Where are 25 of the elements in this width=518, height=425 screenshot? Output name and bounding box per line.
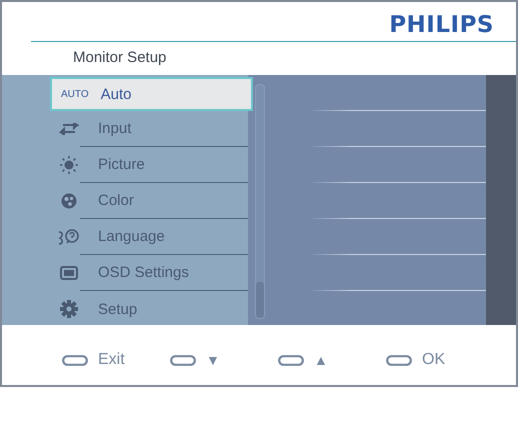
scroll-bar[interactable]: [255, 84, 265, 319]
menu-title: Monitor Setup: [73, 49, 166, 66]
menu-item[interactable]: Picture: [80, 147, 248, 183]
key-icon: [386, 354, 412, 366]
arrow-label: ▼: [206, 352, 220, 368]
brightness-icon: [60, 156, 78, 174]
key-icon: [278, 354, 304, 366]
key-icon: [170, 354, 196, 366]
menu-item[interactable]: Setup: [80, 291, 248, 327]
brand-logo: PHILIPS: [389, 12, 494, 38]
key-icon: [62, 354, 88, 366]
speech-icon: [58, 228, 80, 244]
menu-item[interactable]: Color: [80, 183, 248, 219]
auto-label: AUTO: [61, 88, 89, 100]
key-label: OK: [422, 351, 446, 369]
menu-item[interactable]: AUTO Auto: [50, 77, 253, 111]
screen-icon: [60, 266, 78, 280]
key-label: Exit: [98, 351, 125, 369]
palette-icon: [61, 192, 77, 208]
gear-icon: [60, 300, 78, 318]
arrows-icon: [59, 122, 79, 134]
menu-item[interactable]: Language: [80, 219, 248, 255]
arrow-label: ▲: [314, 352, 328, 368]
menu-item[interactable]: Input: [80, 111, 248, 147]
menu-item[interactable]: OSD Settings: [80, 255, 248, 291]
